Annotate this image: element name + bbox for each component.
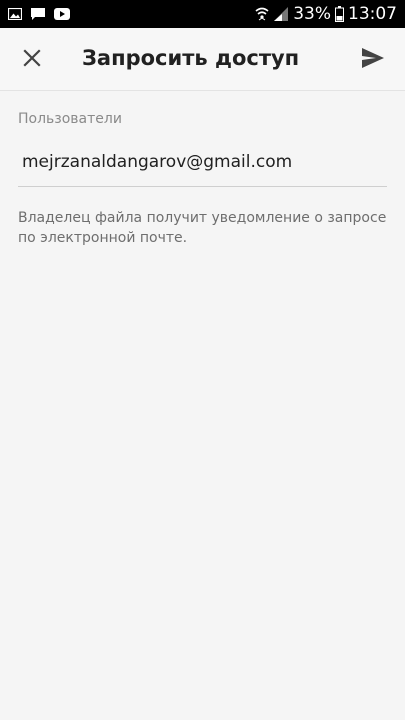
- notification-icons: [8, 6, 70, 22]
- close-icon: [23, 49, 41, 71]
- wifi-icon: [255, 6, 269, 22]
- app-bar: Запросить доступ: [0, 28, 405, 91]
- send-icon: [361, 47, 385, 73]
- send-button[interactable]: [353, 40, 393, 80]
- youtube-icon: [54, 8, 70, 20]
- close-button[interactable]: [12, 40, 52, 80]
- users-field-value: mejrzanaldangarov@gmail.com: [22, 152, 293, 172]
- battery-icon: [335, 6, 344, 22]
- battery-percent: 33%: [293, 4, 331, 24]
- chat-icon: [30, 7, 46, 21]
- status-icons: 33% 13:07: [255, 0, 397, 28]
- notification-hint: Владелец файла получит уведомление о зап…: [18, 210, 387, 246]
- users-label: Пользователи: [18, 111, 122, 127]
- page-title: Запросить доступ: [82, 46, 300, 70]
- clock: 13:07: [348, 4, 397, 24]
- users-field[interactable]: mejrzanaldangarov@gmail.com: [18, 143, 387, 187]
- image-icon: [8, 8, 22, 20]
- signal-icon: [273, 6, 289, 22]
- status-bar: 33% 13:07: [0, 0, 405, 28]
